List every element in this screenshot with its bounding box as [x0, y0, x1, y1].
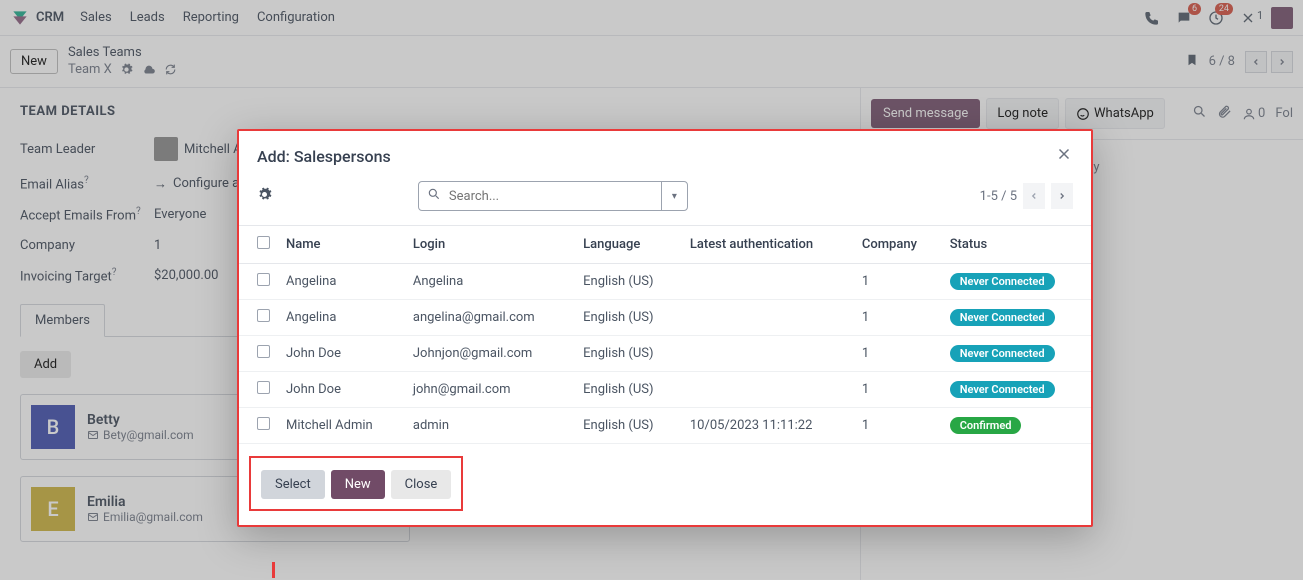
gear-icon[interactable]: [257, 187, 272, 206]
cell-name: John Doe: [278, 336, 405, 372]
cell-login: john@gmail.com: [405, 372, 575, 408]
cell-login: admin: [405, 408, 575, 444]
cell-name: Angelina: [278, 264, 405, 300]
select-all-checkbox[interactable]: [257, 236, 270, 249]
col-company[interactable]: Company: [854, 226, 942, 264]
cell-company: 1: [854, 372, 942, 408]
row-checkbox[interactable]: [257, 309, 270, 322]
status-badge: Never Connected: [950, 273, 1055, 290]
cell-latest: [682, 300, 854, 336]
status-badge: Confirmed: [950, 417, 1022, 434]
modal-pager-next[interactable]: [1051, 183, 1073, 209]
cell-login: Angelina: [405, 264, 575, 300]
search-box: ▾: [418, 181, 688, 211]
row-checkbox[interactable]: [257, 417, 270, 430]
row-checkbox[interactable]: [257, 345, 270, 358]
search-icon: [419, 187, 449, 205]
chevron-down-icon[interactable]: ▾: [661, 182, 687, 210]
modal-pager-prev[interactable]: [1023, 183, 1045, 209]
modal-title: Add: Salespersons: [257, 147, 391, 166]
table-row[interactable]: Angelina Angelina English (US) 1 Never C…: [239, 264, 1091, 300]
col-status[interactable]: Status: [942, 226, 1091, 264]
cell-name: Mitchell Admin: [278, 408, 405, 444]
col-language[interactable]: Language: [575, 226, 682, 264]
table-row[interactable]: Angelina angelina@gmail.com English (US)…: [239, 300, 1091, 336]
col-login[interactable]: Login: [405, 226, 575, 264]
status-badge: Never Connected: [950, 309, 1055, 326]
cell-latest: [682, 264, 854, 300]
col-latest[interactable]: Latest authentication: [682, 226, 854, 264]
cell-company: 1: [854, 336, 942, 372]
add-salespersons-modal: Add: Salespersons ▾ 1-5 / 5 Name Login L…: [237, 129, 1093, 527]
row-checkbox[interactable]: [257, 381, 270, 394]
footer-highlight: Select New Close: [249, 456, 463, 511]
modal-new-button[interactable]: New: [331, 470, 385, 499]
cell-login: Johnjon@gmail.com: [405, 336, 575, 372]
col-name[interactable]: Name: [278, 226, 405, 264]
cell-company: 1: [854, 408, 942, 444]
cell-language: English (US): [575, 336, 682, 372]
cell-language: English (US): [575, 372, 682, 408]
cell-name: Angelina: [278, 300, 405, 336]
cell-company: 1: [854, 300, 942, 336]
status-badge: Never Connected: [950, 381, 1055, 398]
table-row[interactable]: Mitchell Admin admin English (US) 10/05/…: [239, 408, 1091, 444]
cell-company: 1: [854, 264, 942, 300]
cell-latest: [682, 372, 854, 408]
cell-latest: 10/05/2023 11:11:22: [682, 408, 854, 444]
cell-language: English (US): [575, 264, 682, 300]
cell-login: angelina@gmail.com: [405, 300, 575, 336]
salespersons-table: Name Login Language Latest authenticatio…: [239, 225, 1091, 444]
cell-name: John Doe: [278, 372, 405, 408]
modal-close-button[interactable]: Close: [391, 470, 452, 499]
cell-latest: [682, 336, 854, 372]
table-row[interactable]: John Doe john@gmail.com English (US) 1 N…: [239, 372, 1091, 408]
table-row[interactable]: John Doe Johnjon@gmail.com English (US) …: [239, 336, 1091, 372]
cell-language: English (US): [575, 300, 682, 336]
row-checkbox[interactable]: [257, 273, 270, 286]
close-icon[interactable]: [1055, 145, 1073, 167]
cell-language: English (US): [575, 408, 682, 444]
status-badge: Never Connected: [950, 345, 1055, 362]
modal-pager-text: 1-5 / 5: [980, 189, 1017, 204]
search-input[interactable]: [449, 185, 661, 208]
annotation-marker: [272, 562, 275, 578]
select-button[interactable]: Select: [261, 470, 325, 499]
